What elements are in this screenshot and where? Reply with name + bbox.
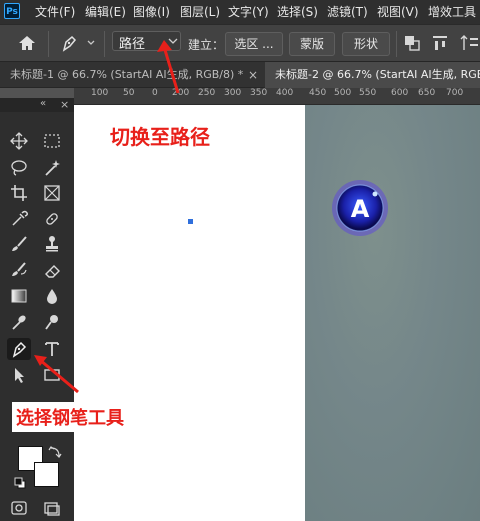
annotation-switch-to-path: 切换至路径 xyxy=(110,125,210,149)
annotation-arrows xyxy=(34,40,180,394)
annotation-select-pen-tool: 选择钢笔工具 xyxy=(12,402,128,432)
